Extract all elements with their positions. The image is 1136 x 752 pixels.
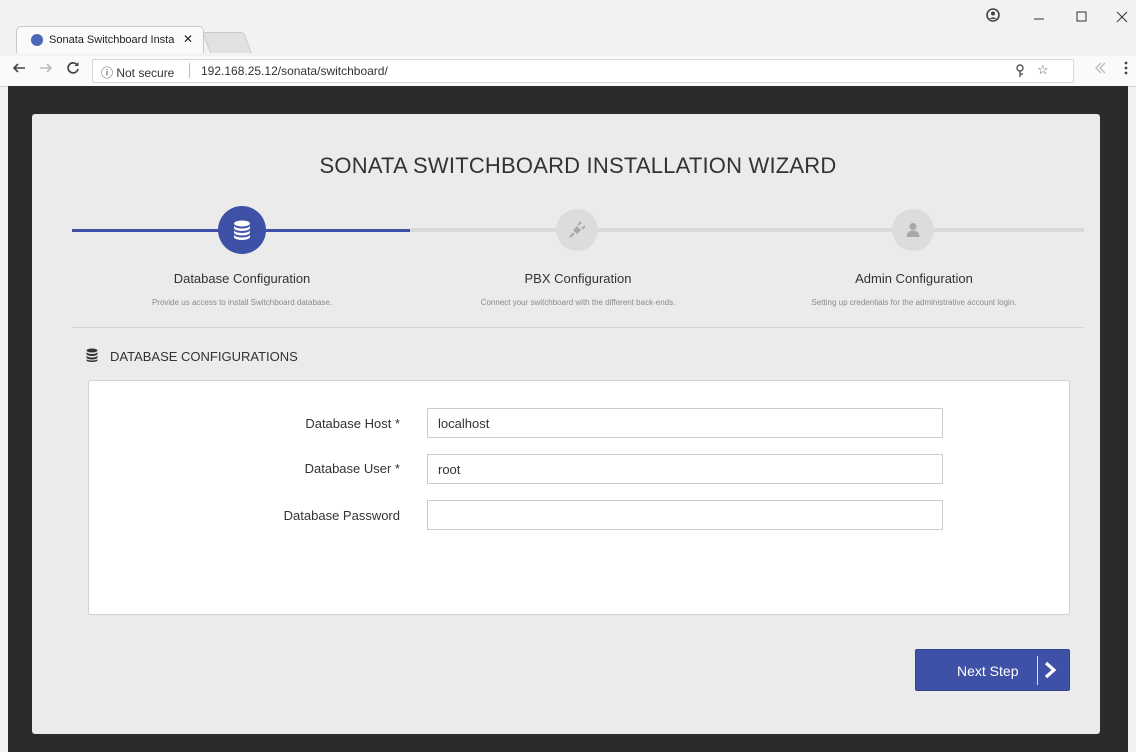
- step-1-label: Database Configuration: [173, 271, 311, 286]
- url-text[interactable]: 192.168.25.12/sonata/switchboard/: [201, 64, 388, 78]
- bookmark-star-icon[interactable]: ☆: [1037, 62, 1049, 78]
- database-user-label: Database User *: [304, 461, 400, 476]
- progress-track-inactive: [410, 228, 1084, 232]
- step-1-database-icon[interactable]: [218, 206, 266, 254]
- close-window-icon[interactable]: [1116, 10, 1128, 28]
- browser-toolbar: ⓘ Not secure 192.168.25.12/sonata/switch…: [0, 56, 1136, 87]
- database-password-label: Database Password: [283, 508, 400, 523]
- maximize-icon[interactable]: [1076, 10, 1088, 28]
- section-divider: [72, 327, 1084, 328]
- profile-icon[interactable]: [986, 8, 1000, 27]
- chevron-right-icon: [1043, 660, 1057, 685]
- step-3-label: Admin Configuration: [855, 271, 973, 286]
- address-bar[interactable]: ⓘ Not secure 192.168.25.12/sonata/switch…: [92, 59, 1074, 83]
- step-2-description: Connect your switchboard with the differ…: [480, 298, 676, 307]
- button-separator: [1037, 656, 1038, 685]
- step-2-plug-icon[interactable]: [556, 209, 598, 251]
- tab-close-icon[interactable]: ✕: [183, 32, 193, 46]
- database-section-icon: [86, 348, 98, 367]
- browser-titlebar: Sonata Switchboard Insta ✕: [0, 0, 1136, 56]
- menu-icon[interactable]: [1124, 61, 1128, 79]
- database-host-input[interactable]: [427, 408, 943, 438]
- database-password-input[interactable]: [427, 500, 943, 530]
- reload-icon[interactable]: [66, 61, 80, 79]
- next-step-button[interactable]: Next Step: [915, 649, 1070, 691]
- tab-title: Sonata Switchboard Insta: [49, 34, 175, 46]
- wizard-title: SONATA SWITCHBOARD INSTALLATION WIZARD: [319, 153, 837, 178]
- database-user-input[interactable]: [427, 454, 943, 484]
- next-step-label: Next Step: [957, 663, 1019, 679]
- new-tab-button[interactable]: [202, 32, 252, 53]
- step-2-label: PBX Configuration: [524, 271, 632, 286]
- browser-tab[interactable]: Sonata Switchboard Insta ✕: [16, 26, 204, 53]
- database-host-label: Database Host *: [305, 416, 400, 431]
- minimize-icon[interactable]: [1033, 10, 1045, 28]
- extension-icon[interactable]: [1093, 61, 1107, 79]
- forward-icon[interactable]: [39, 61, 53, 79]
- step-3-user-icon[interactable]: [892, 209, 934, 251]
- security-indicator[interactable]: ⓘ Not secure: [101, 64, 174, 81]
- step-3-description: Setting up credentials for the administr…: [811, 298, 1017, 307]
- url-separator: [189, 63, 190, 78]
- key-icon[interactable]: [1015, 64, 1025, 81]
- favicon-icon: [31, 34, 43, 46]
- section-title: DATABASE CONFIGURATIONS: [110, 349, 298, 364]
- back-icon[interactable]: [12, 61, 26, 79]
- step-1-description: Provide us access to install Switchboard…: [151, 298, 333, 307]
